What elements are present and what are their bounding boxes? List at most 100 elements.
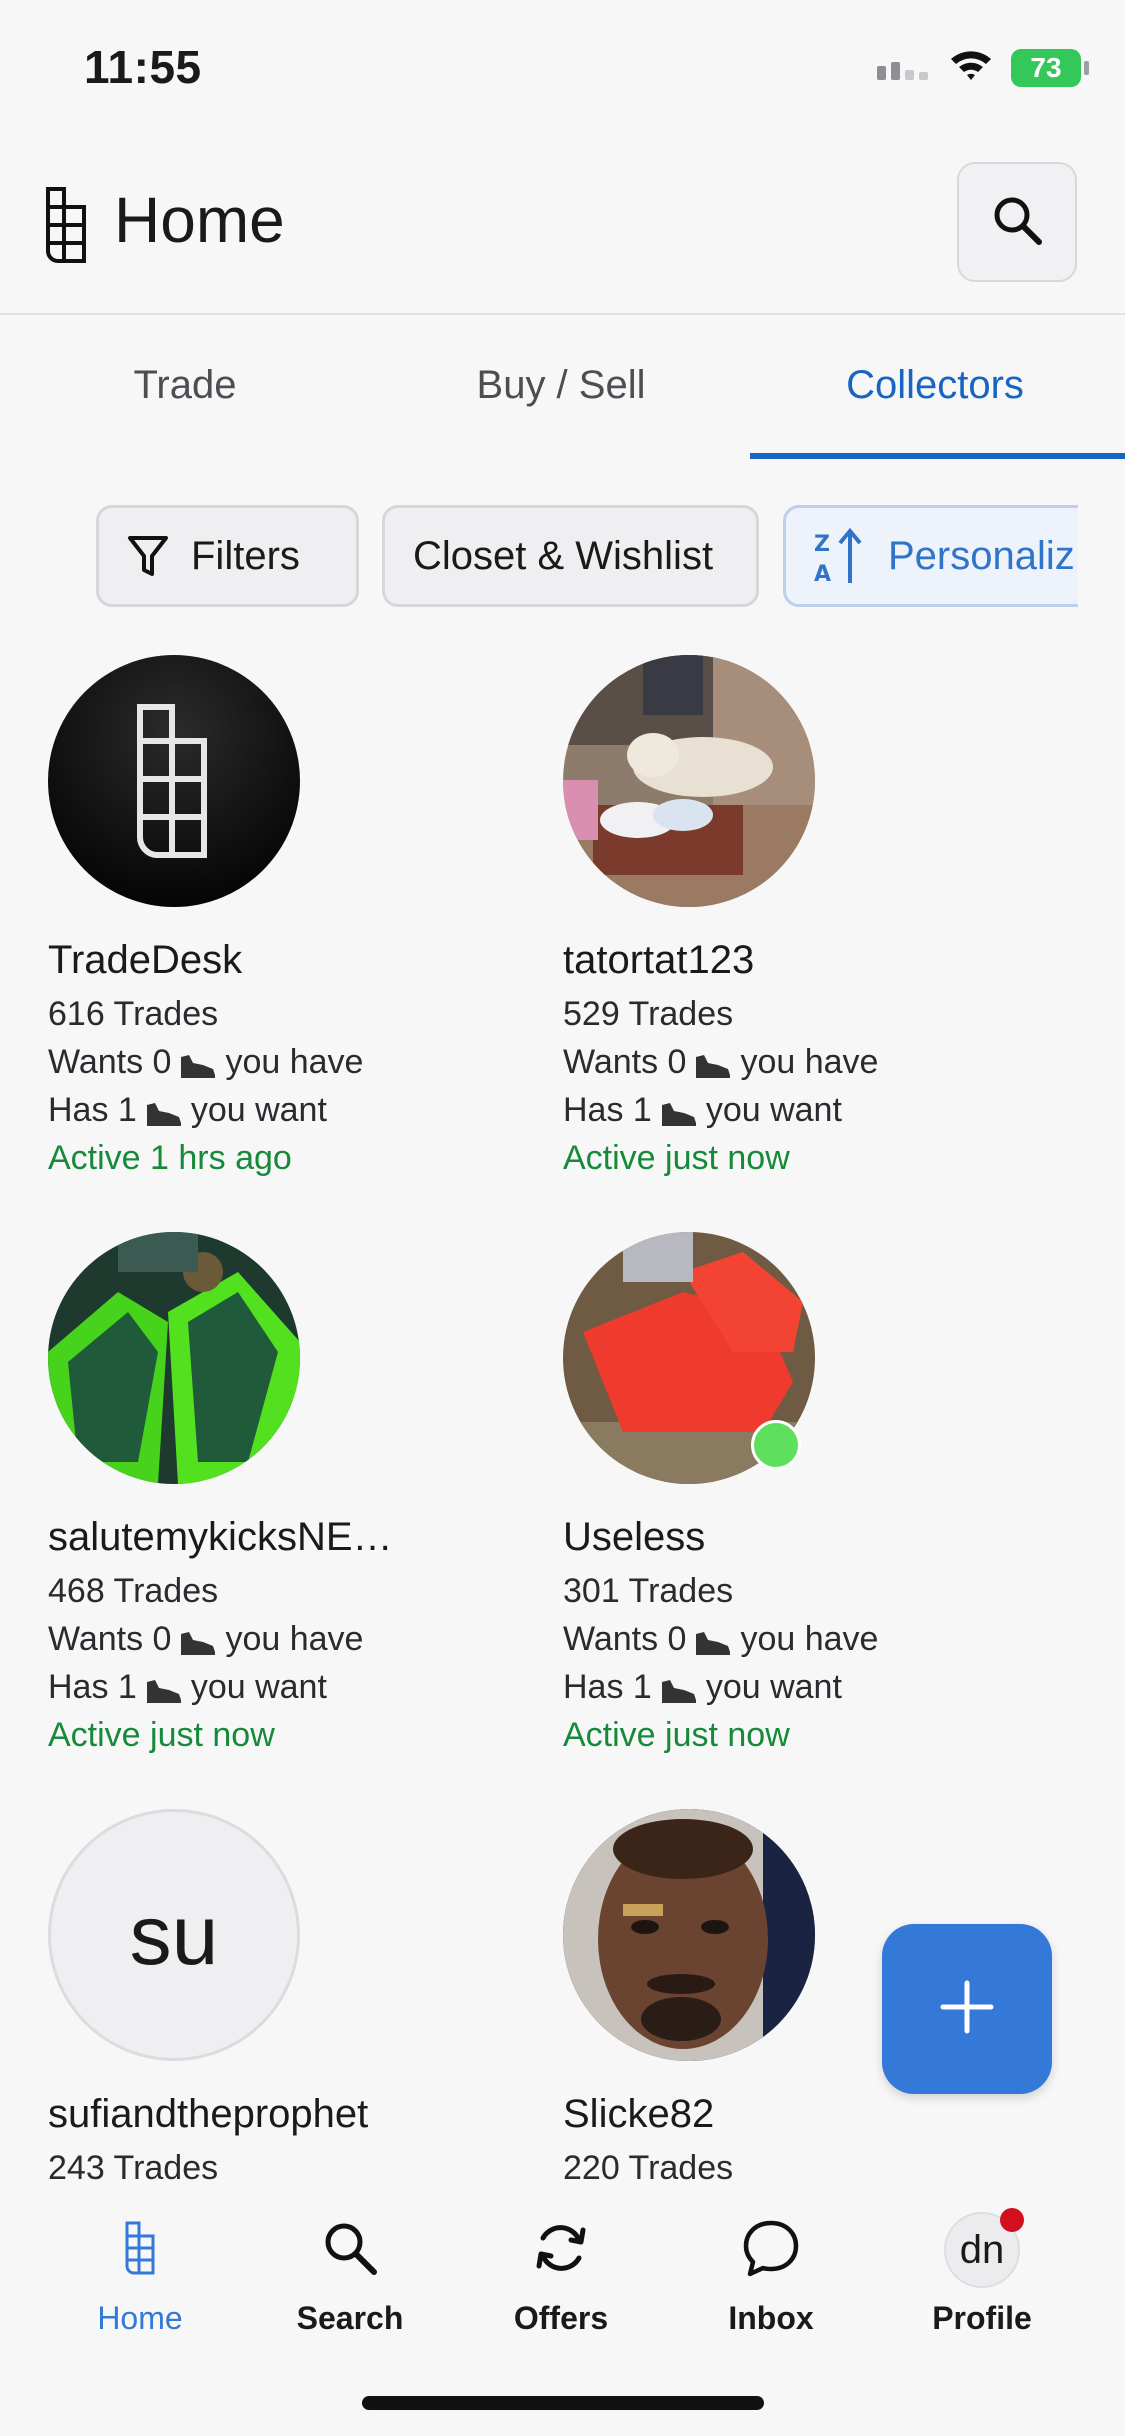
trade-count: 220 Trades xyxy=(563,2149,734,2187)
active-status: Active just now xyxy=(563,1139,790,1177)
collector-name: Slicke82 xyxy=(563,2092,715,2136)
profile-avatar: dn xyxy=(944,2208,1024,2288)
filter-icon xyxy=(127,534,169,578)
plus-icon xyxy=(939,1979,995,2040)
has-count: Has 1 xyxy=(563,1668,652,1706)
closet-wishlist-label: Closet & Wishlist xyxy=(413,533,714,578)
battery-icon: 73 xyxy=(1011,48,1089,87)
wants-count: Wants 0 xyxy=(563,1043,687,1081)
wants-suffix: you have xyxy=(740,1620,879,1658)
sneaker-icon xyxy=(179,1049,217,1078)
wants-suffix: you have xyxy=(740,1043,879,1081)
add-fab-button[interactable] xyxy=(882,1924,1052,2094)
nav-offers-label: Offers xyxy=(513,2300,609,2336)
app-header: Home xyxy=(0,135,1125,315)
search-icon xyxy=(990,193,1044,252)
collector-name: salutemykicksNE… xyxy=(48,1515,393,1559)
tab-trade[interactable]: Trade xyxy=(60,363,310,408)
has-suffix: you want xyxy=(705,1091,842,1129)
svg-text:A: A xyxy=(814,562,831,585)
app-logo-icon xyxy=(44,185,88,265)
active-tab-indicator xyxy=(750,453,1125,459)
trade-count: 301 Trades xyxy=(563,1572,734,1610)
sneaker-icon xyxy=(694,1626,732,1655)
wants-count: Wants 0 xyxy=(48,1043,172,1081)
has-line: Has 1 you want xyxy=(563,1668,842,1707)
sort-za-icon: Z A xyxy=(812,527,864,585)
nav-home[interactable]: Home xyxy=(40,2210,240,2337)
notification-dot xyxy=(1000,2208,1024,2232)
has-line: Has 1 you want xyxy=(563,1091,842,1130)
tab-buy-sell[interactable]: Buy / Sell xyxy=(436,363,686,408)
chat-bubble-icon xyxy=(740,2217,802,2284)
wants-line: Wants 0 you have xyxy=(563,1043,878,1082)
sort-chip-clip: Z A Personaliz xyxy=(783,505,1078,609)
collector-name: tatortat123 xyxy=(563,938,755,982)
has-count: Has 1 xyxy=(563,1091,652,1129)
nav-offers[interactable]: Offers xyxy=(461,2210,661,2337)
closet-wishlist-button[interactable]: Closet & Wishlist xyxy=(382,505,759,607)
trade-count: 243 Trades xyxy=(48,2149,219,2187)
collector-avatar xyxy=(48,1232,300,1484)
collector-card[interactable]: tatortat123 529 Trades Wants 0 you have … xyxy=(563,655,1043,1230)
nav-search[interactable]: Search xyxy=(250,2210,450,2337)
wants-line: Wants 0 you have xyxy=(563,1620,878,1659)
collector-name: Useless xyxy=(563,1515,706,1559)
collector-card[interactable]: salutemykicksNE… 468 Trades Wants 0 you … xyxy=(48,1232,528,1807)
collector-card[interactable]: su sufiandtheprophet 243 Trades xyxy=(48,1809,528,2190)
profile-initials: dn xyxy=(959,2227,1005,2272)
sneaker-icon xyxy=(660,1674,698,1703)
sneaker-icon xyxy=(179,1626,217,1655)
collector-card[interactable]: TradeDesk 616 Trades Wants 0 you have Ha… xyxy=(48,655,528,1230)
collector-card[interactable]: Useless 301 Trades Wants 0 you have Has … xyxy=(563,1232,1043,1807)
nav-home-label: Home xyxy=(97,2300,183,2336)
wants-line: Wants 0 you have xyxy=(48,1043,363,1082)
nav-profile-label: Profile xyxy=(932,2300,1032,2336)
has-line: Has 1 you want xyxy=(48,1668,327,1707)
wants-line: Wants 0 you have xyxy=(48,1620,363,1659)
trade-count: 529 Trades xyxy=(563,995,734,1033)
status-indicators: 73 xyxy=(877,48,1089,87)
wifi-icon xyxy=(949,48,993,87)
tab-collectors[interactable]: Collectors xyxy=(810,363,1060,408)
nav-inbox[interactable]: Inbox xyxy=(671,2210,871,2337)
sneaker-icon xyxy=(145,1097,183,1126)
search-icon xyxy=(322,2220,378,2281)
svg-text:Z: Z xyxy=(814,532,830,557)
header-search-button[interactable] xyxy=(957,162,1077,282)
nav-search-label: Search xyxy=(296,2300,404,2336)
has-count: Has 1 xyxy=(48,1668,137,1706)
refresh-icon xyxy=(531,2218,591,2283)
sort-label: Personaliz xyxy=(888,533,1075,578)
collector-avatar xyxy=(563,655,815,907)
active-status: Active just now xyxy=(563,1716,790,1754)
collector-name: TradeDesk xyxy=(48,938,243,982)
avatar-initials: su xyxy=(129,1887,219,1982)
filter-chips: Filters Closet & Wishlist Z A Personaliz xyxy=(0,505,1125,609)
wants-suffix: you have xyxy=(225,1620,364,1658)
active-status: Active just now xyxy=(48,1716,275,1754)
trade-count: 468 Trades xyxy=(48,1572,219,1610)
active-status: Active 1 hrs ago xyxy=(48,1139,292,1177)
has-count: Has 1 xyxy=(48,1091,137,1129)
home-logo-icon xyxy=(124,2220,156,2281)
page-title: Home xyxy=(114,184,285,256)
sneaker-icon xyxy=(145,1674,183,1703)
has-suffix: you want xyxy=(190,1091,327,1129)
filters-button[interactable]: Filters xyxy=(96,505,359,607)
tab-bar: Trade Buy / Sell Collectors xyxy=(0,315,1125,459)
home-indicator xyxy=(362,2396,764,2410)
nav-profile[interactable]: dn Profile xyxy=(882,2208,1082,2337)
has-line: Has 1 you want xyxy=(48,1091,327,1130)
status-time: 11:55 xyxy=(84,41,202,93)
collector-avatar: su xyxy=(48,1809,300,2061)
collector-avatar xyxy=(48,655,300,907)
sneaker-icon xyxy=(660,1097,698,1126)
filters-label: Filters xyxy=(191,533,300,578)
collector-avatar xyxy=(563,1809,815,2061)
wants-count: Wants 0 xyxy=(48,1620,172,1658)
nav-inbox-label: Inbox xyxy=(728,2300,814,2336)
status-bar: 11:55 73 xyxy=(0,0,1125,135)
sort-button[interactable]: Z A Personaliz xyxy=(783,505,1078,607)
online-indicator xyxy=(751,1420,801,1470)
